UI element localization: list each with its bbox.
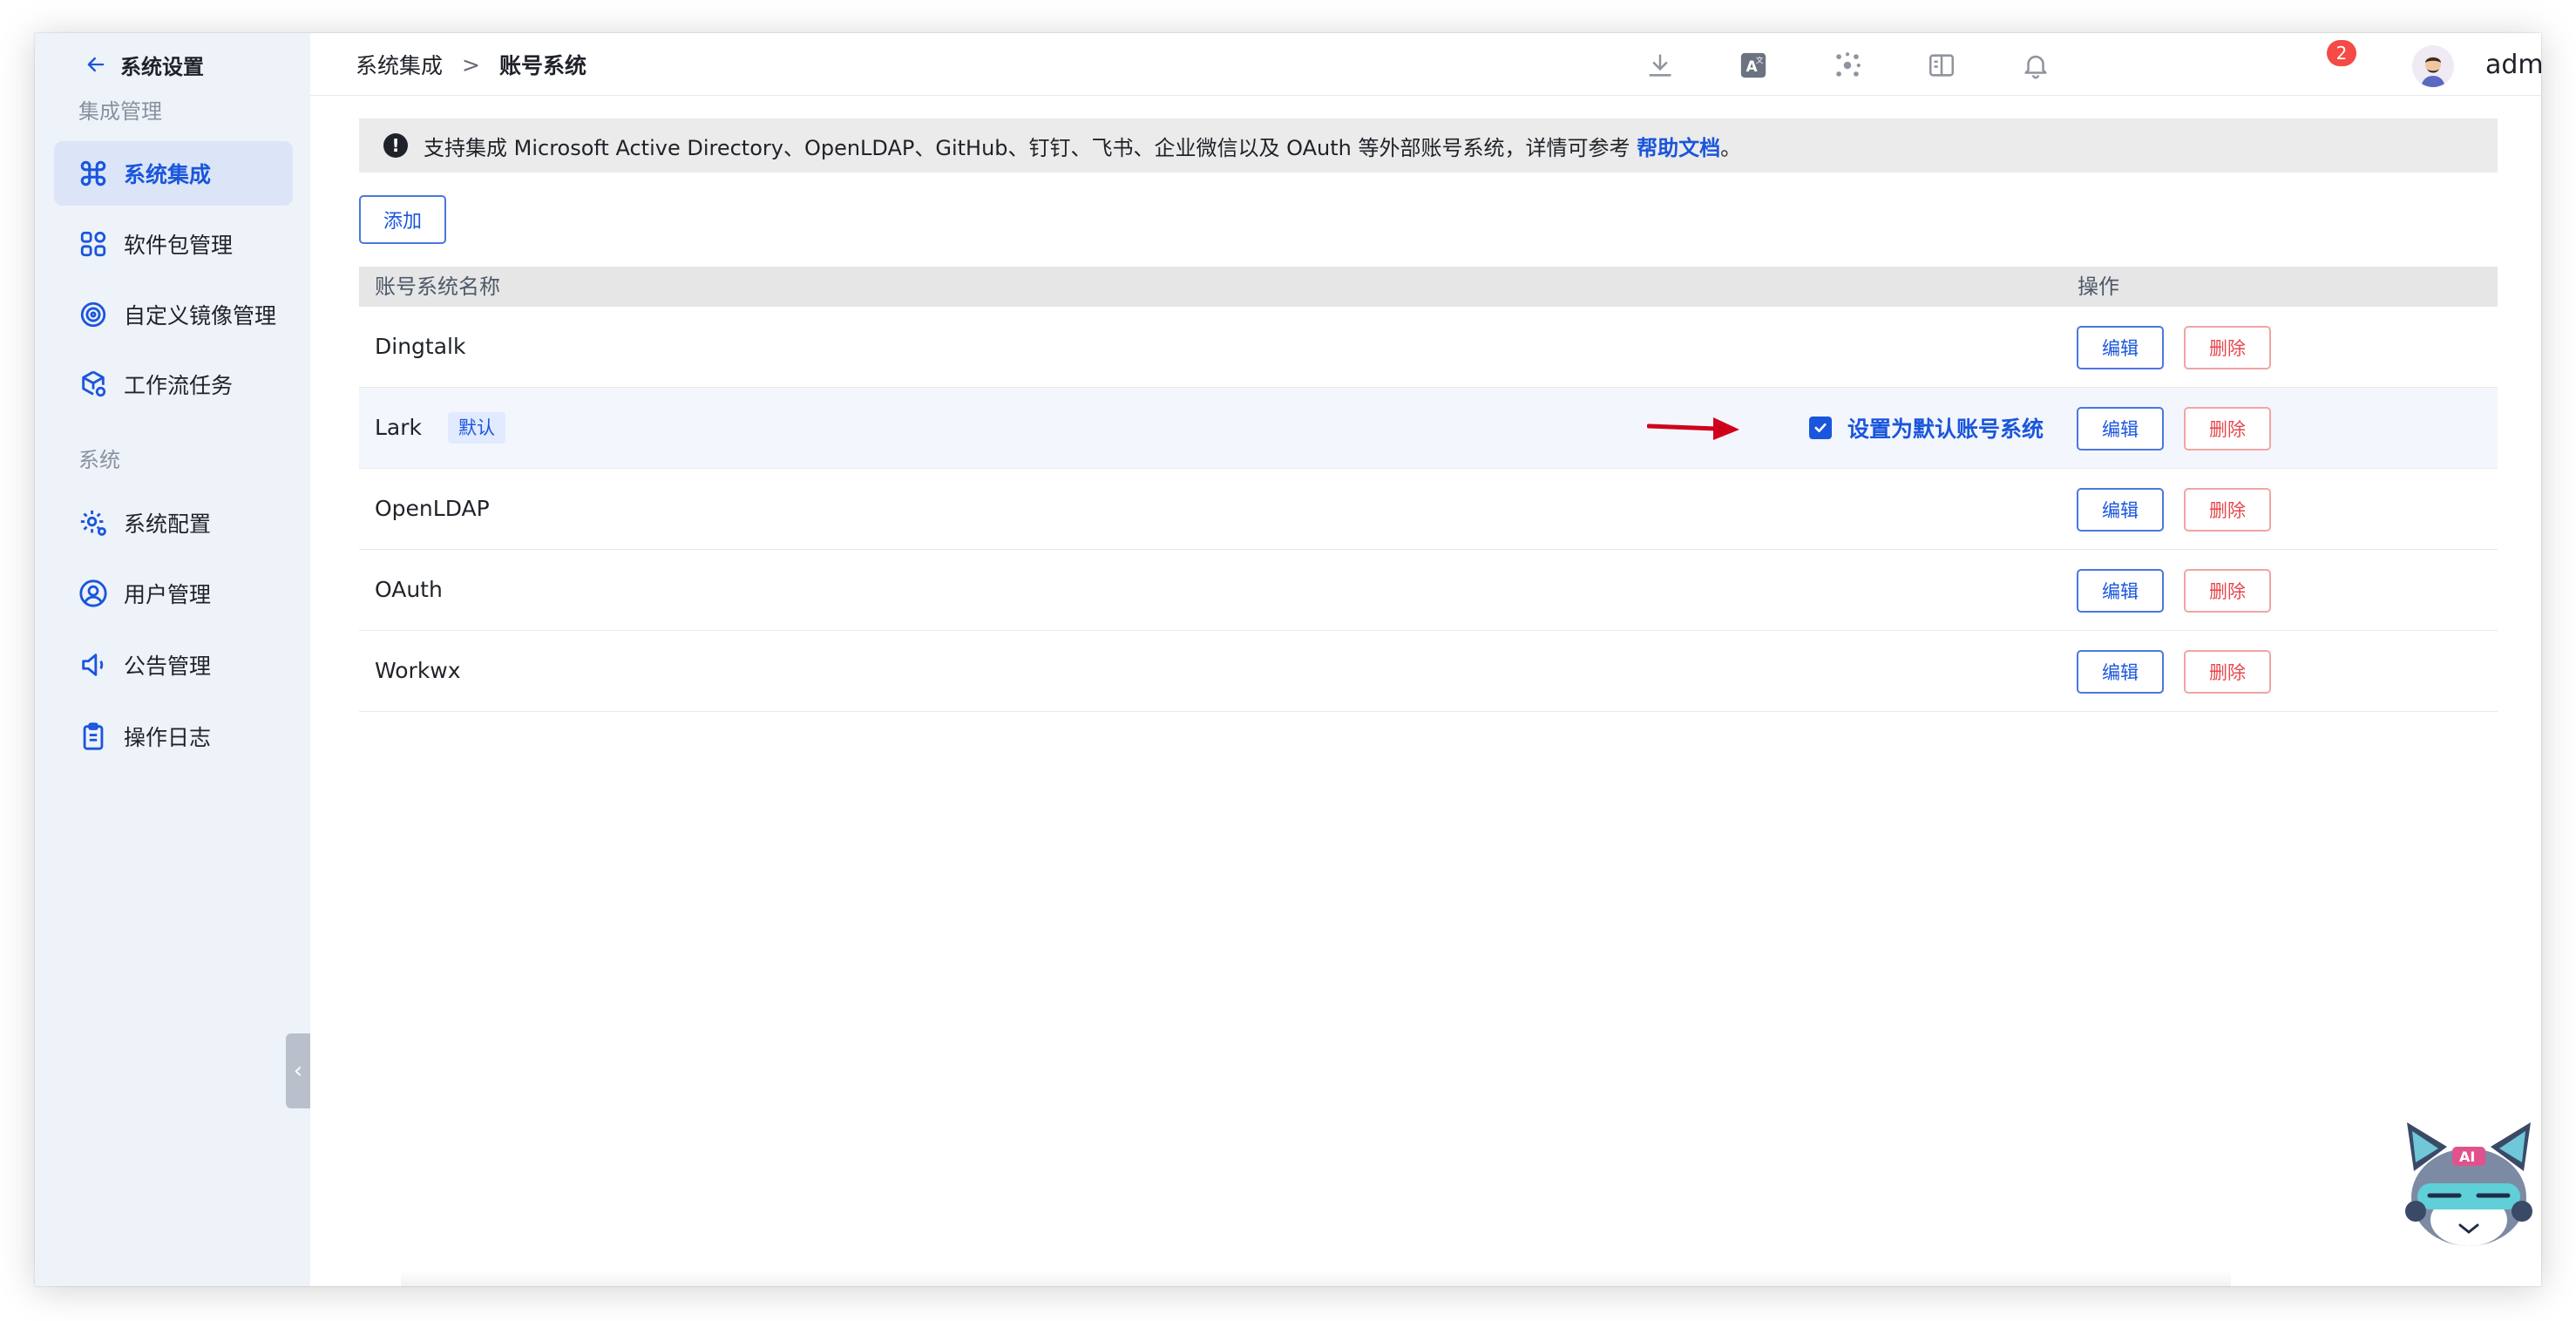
- chevron-left-icon: ‹: [293, 1058, 303, 1084]
- sidebar-item-label: 软件包管理: [124, 233, 234, 258]
- table-row: Lark 默认 设置为默认账号系统 编辑 删除: [359, 388, 2498, 469]
- edit-button[interactable]: 编辑: [2077, 569, 2164, 613]
- sidebar-item-label: 系统集成: [124, 162, 212, 187]
- username[interactable]: admin(admin): [2485, 33, 2541, 96]
- sidebar-item-custom-images[interactable]: 自定义镜像管理: [54, 282, 293, 347]
- edit-button[interactable]: 编辑: [2077, 407, 2164, 450]
- column-header-name: 账号系统名称: [375, 274, 500, 299]
- edit-button[interactable]: 编辑: [2077, 326, 2164, 369]
- download-button[interactable]: [1644, 49, 1677, 82]
- delete-button[interactable]: 删除: [2184, 326, 2271, 369]
- account-system-name: OpenLDAP: [375, 496, 490, 521]
- checkbox-checked[interactable]: [1809, 417, 1832, 439]
- delete-button[interactable]: 删除: [2184, 488, 2271, 532]
- sidebar-item-label: 公告管理: [124, 654, 212, 679]
- sidebar-title: 系统设置: [120, 54, 204, 79]
- clipboard-icon: [83, 722, 104, 750]
- edit-button[interactable]: 编辑: [2077, 650, 2164, 694]
- app-window: 系统设置 集成管理 系统集成 软件包管理 自定义镜像管理 工作流任务 系统 系统…: [35, 33, 2541, 1286]
- breadcrumb-parent[interactable]: 系统集成: [356, 49, 443, 80]
- cat-robot-icon: AI: [2405, 1122, 2532, 1246]
- ai-assistant-mascot[interactable]: AI: [2395, 1117, 2543, 1257]
- speaker-icon: [82, 654, 104, 676]
- account-system-name: Lark: [375, 415, 423, 440]
- settings-gear-icon: [80, 510, 106, 536]
- avatar[interactable]: [2412, 45, 2454, 87]
- notice-text: 支持集成 Microsoft Active Directory、OpenLDAP…: [424, 131, 1741, 161]
- red-arrow-annotation: [1647, 417, 1739, 440]
- user-circle-icon: [79, 579, 107, 607]
- breadcrumb-current: 账号系统: [498, 53, 586, 78]
- exclamation-icon: !: [383, 133, 408, 158]
- table-row: OAuth 编辑 删除: [359, 550, 2498, 631]
- add-button[interactable]: 添加: [359, 195, 446, 244]
- notice-body: 支持集成 Microsoft Active Directory、OpenLDAP…: [424, 135, 1630, 160]
- cube-gear-icon: [82, 370, 106, 397]
- command-icon: [80, 160, 106, 186]
- group-label-system: 系统: [78, 448, 120, 472]
- table-row: OpenLDAP 编辑 删除: [359, 469, 2498, 550]
- grid-icon: [80, 231, 106, 257]
- sidebar-collapse-toggle[interactable]: ‹: [286, 1033, 310, 1108]
- account-system-name: Dingtalk: [375, 334, 466, 359]
- book-icon: [1929, 54, 1955, 77]
- sidebar-item-system-config[interactable]: 系统配置: [54, 491, 293, 555]
- mascot-badge: AI: [2459, 1148, 2475, 1165]
- sidebar-item-label: 工作流任务: [124, 373, 234, 398]
- breadcrumb: 系统集成 > 账号系统: [356, 33, 586, 96]
- delete-button[interactable]: 删除: [2184, 407, 2271, 450]
- docs-button[interactable]: [1925, 49, 1958, 82]
- sidebar-item-workflow-tasks[interactable]: 工作流任务: [54, 352, 293, 417]
- nodes-icon: [1836, 52, 1861, 77]
- arrow-left-icon: [87, 57, 105, 72]
- sidebar-item-packages[interactable]: 软件包管理: [54, 212, 293, 276]
- sidebar-item-operation-log[interactable]: 操作日志: [54, 704, 293, 769]
- notifications-button[interactable]: [2019, 49, 2052, 82]
- table-row: Workwx 编辑 删除: [359, 631, 2498, 712]
- set-default-checkbox[interactable]: 设置为默认账号系统: [1809, 388, 2044, 468]
- disc-icon: [80, 301, 106, 328]
- account-system-name: OAuth: [375, 577, 443, 602]
- back-to-settings[interactable]: 系统设置: [84, 49, 204, 80]
- group-label-integration: 集成管理: [78, 99, 162, 124]
- sidebar-item-user-management[interactable]: 用户管理: [54, 561, 293, 626]
- table-row: Dingtalk 编辑 删除: [359, 307, 2498, 388]
- user-avatar-icon: [2412, 45, 2454, 87]
- account-system-name: Workwx: [375, 658, 461, 683]
- set-default-label: 设置为默认账号系统: [1847, 417, 2044, 442]
- column-header-actions: 操作: [2078, 274, 2119, 299]
- sidebar-item-label: 自定义镜像管理: [124, 303, 277, 329]
- sidebar-item-announcements[interactable]: 公告管理: [54, 633, 293, 697]
- info-notice: ! 支持集成 Microsoft Active Directory、OpenLD…: [359, 119, 2498, 173]
- sidebar-item-label: 操作日志: [124, 725, 212, 750]
- bell-icon: [2024, 55, 2047, 79]
- footer-shadow: [401, 1270, 2231, 1286]
- table-header: 账号系统名称 操作: [359, 267, 2498, 307]
- notice-suffix: 。: [1720, 135, 1742, 160]
- top-header: 系统集成 > 账号系统 A文 2 admin(admin): [310, 33, 2541, 96]
- sidebar-item-label: 用户管理: [124, 582, 212, 607]
- sidebar-item-system-integration[interactable]: 系统集成: [54, 141, 293, 206]
- nodes-button[interactable]: [1831, 49, 1864, 82]
- sidebar: 系统设置 集成管理 系统集成 软件包管理 自定义镜像管理 工作流任务 系统 系统…: [35, 33, 310, 1286]
- sidebar-item-label: 系统配置: [124, 511, 212, 537]
- breadcrumb-separator: >: [462, 51, 480, 78]
- svg-text:文: 文: [1756, 56, 1764, 65]
- download-icon: [1649, 54, 1671, 77]
- translate-button[interactable]: A文: [1737, 49, 1770, 82]
- help-doc-link[interactable]: 帮助文档: [1637, 136, 1720, 160]
- notification-badge: 2: [2327, 40, 2356, 66]
- default-tag: 默认: [448, 412, 505, 444]
- delete-button[interactable]: 删除: [2184, 569, 2271, 613]
- edit-button[interactable]: 编辑: [2077, 488, 2164, 532]
- account-systems-table: 账号系统名称 操作 Dingtalk 编辑 删除 Lark 默认 设置为默认账号…: [359, 267, 2498, 712]
- translate-icon: A文: [1740, 52, 1766, 78]
- delete-button[interactable]: 删除: [2184, 650, 2271, 694]
- check-icon: [1814, 423, 1827, 433]
